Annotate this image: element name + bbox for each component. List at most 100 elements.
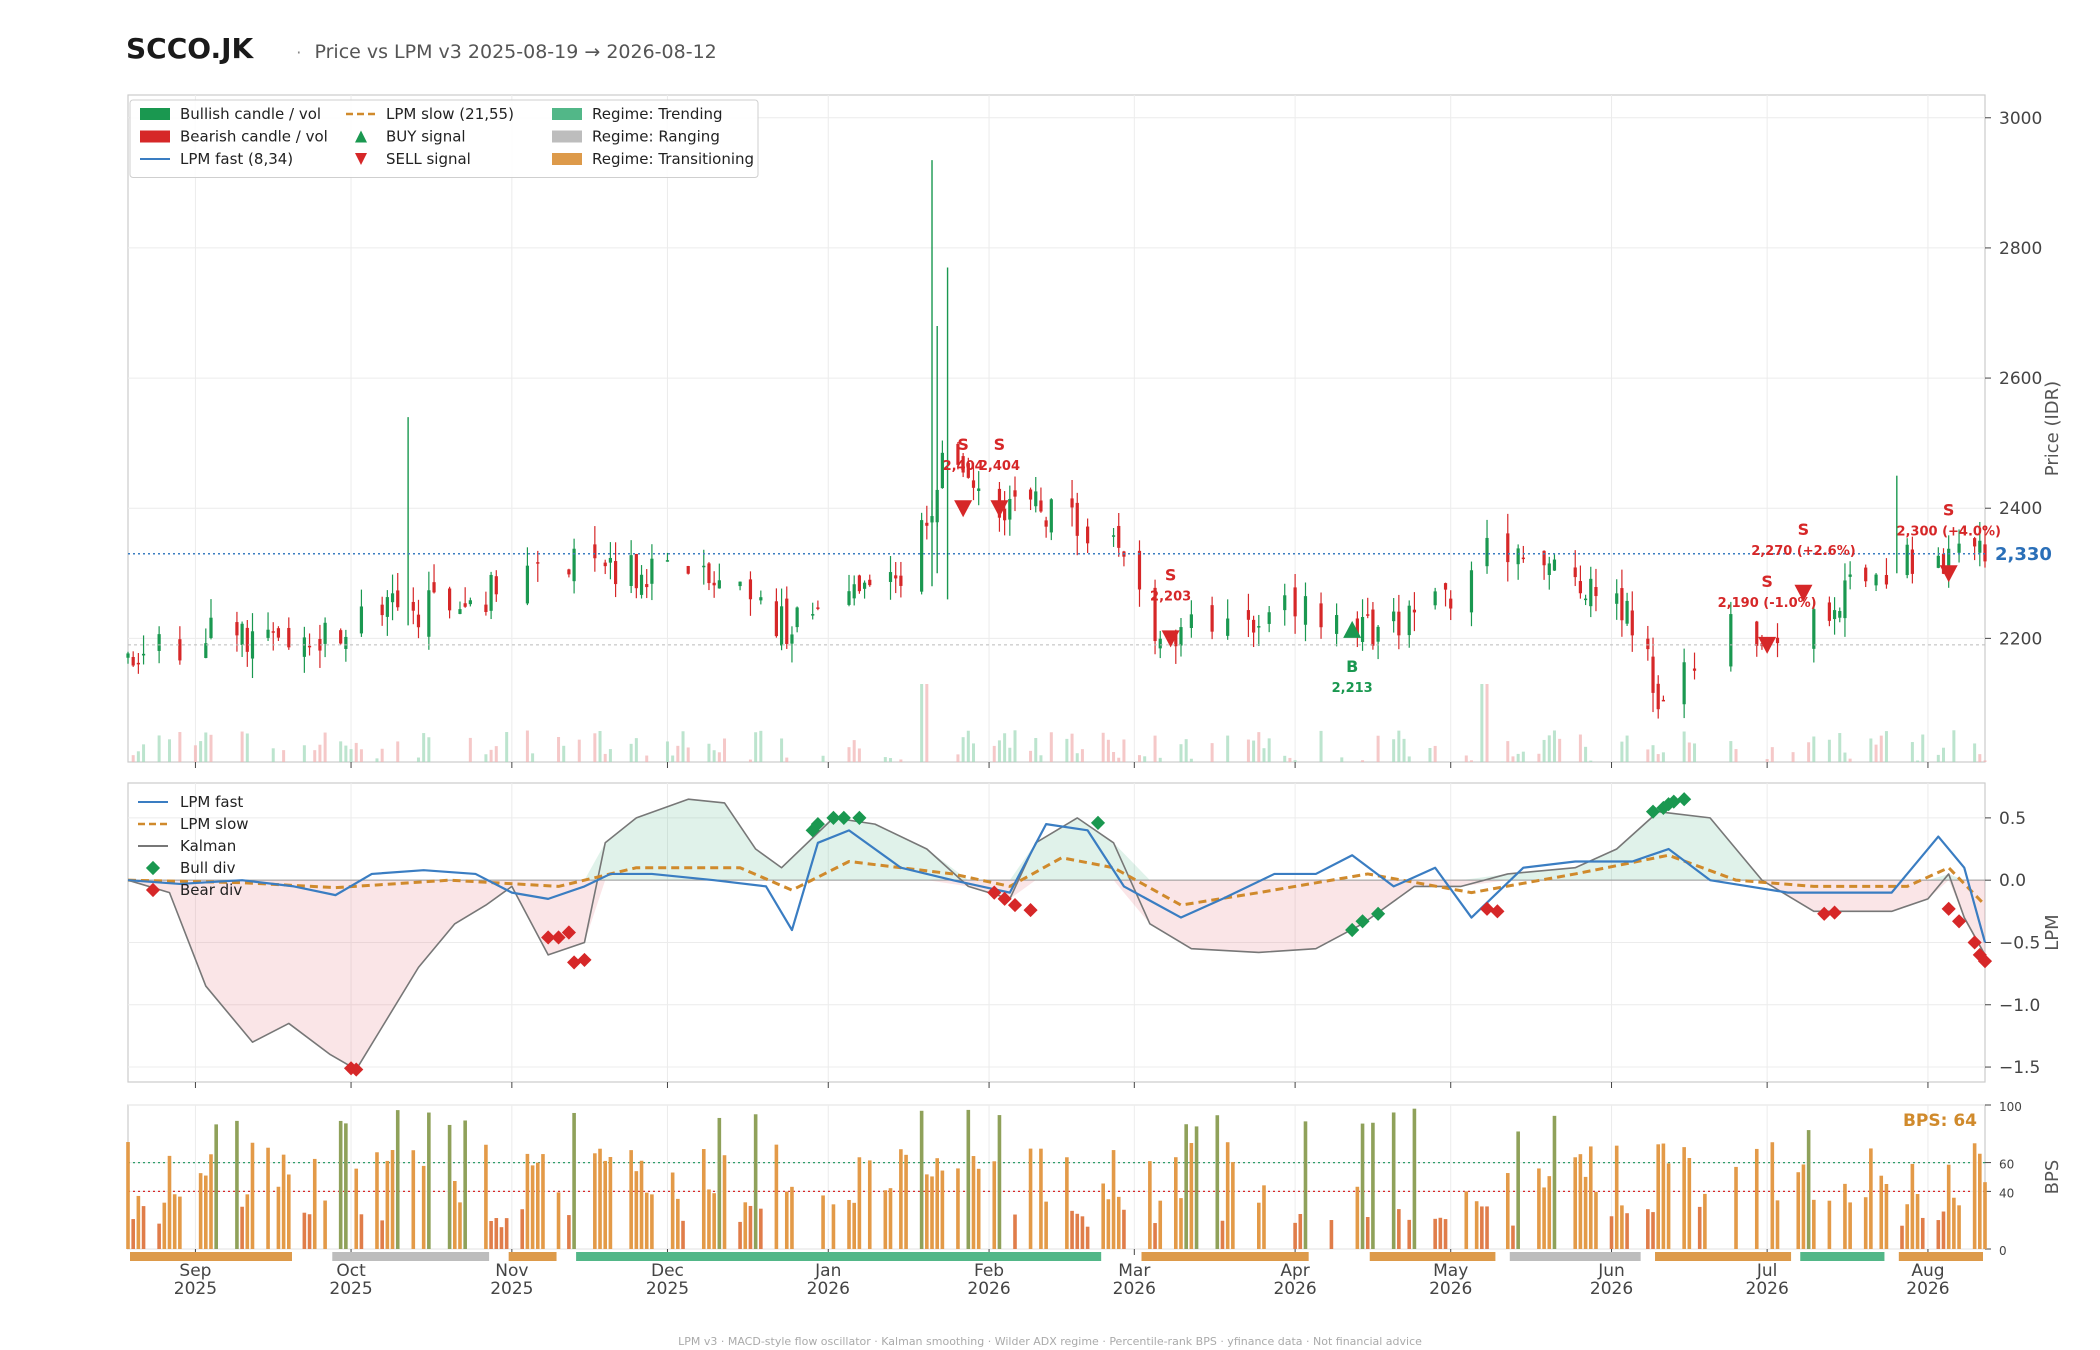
volume-bar xyxy=(1848,758,1852,762)
signal-price-label: 2,404 xyxy=(979,459,1020,474)
candle-body xyxy=(634,553,638,589)
volume-bar xyxy=(1807,742,1811,762)
volume-bar xyxy=(1480,684,1484,762)
volume-bar xyxy=(1013,730,1017,762)
bps-ytick-label: 0 xyxy=(1999,1244,2007,1258)
volume-bar xyxy=(1884,731,1888,762)
volume-bar xyxy=(899,759,903,762)
bps-bar xyxy=(1920,1217,1925,1249)
bps-bar xyxy=(1915,1194,1920,1249)
signal-letter: S xyxy=(1943,500,1955,519)
bps-bar xyxy=(722,1155,727,1249)
bps-bar xyxy=(1978,1153,1982,1249)
volume-bar xyxy=(1542,739,1546,762)
candle-body xyxy=(1283,595,1287,611)
bps-bar xyxy=(1573,1157,1578,1249)
footer-note: LPM v3 · MACD-style flow oscillator · Ka… xyxy=(678,1335,1422,1348)
bps-bar xyxy=(1812,1199,1816,1249)
candle-body xyxy=(971,480,976,488)
bps-bar xyxy=(748,1205,753,1249)
bps-bar xyxy=(167,1155,172,1249)
volume-bar xyxy=(142,744,146,762)
bps-bar xyxy=(1609,1216,1614,1249)
candle-body xyxy=(1838,611,1842,618)
regime-segment xyxy=(1655,1252,1792,1261)
candle-body xyxy=(603,562,607,567)
regime-segment xyxy=(1369,1252,1496,1261)
volume-bar xyxy=(416,757,420,762)
candle-body xyxy=(1864,567,1868,582)
bps-bar xyxy=(395,1110,400,1249)
bps-bar xyxy=(499,1227,504,1249)
candle-body xyxy=(779,606,784,646)
volume-bar xyxy=(1122,739,1126,762)
bps-bar xyxy=(1391,1112,1396,1249)
volume-bar xyxy=(131,755,135,762)
candle-body xyxy=(1843,580,1847,619)
bps-bar xyxy=(1080,1216,1085,1249)
candle-body xyxy=(1594,587,1598,597)
bps-current-label: BPS: 64 xyxy=(1903,1111,1977,1131)
x-axis-year-label: 2026 xyxy=(1746,1279,1789,1299)
candle-body xyxy=(1158,638,1162,649)
candle-body xyxy=(774,601,778,637)
volume-bar xyxy=(1319,730,1323,762)
bps-bar xyxy=(831,1204,836,1249)
lpm-legend-label: Bull div xyxy=(180,859,236,877)
bps-bar xyxy=(1946,1164,1951,1249)
bps-bar xyxy=(940,1170,945,1249)
bps-bar xyxy=(380,1220,384,1249)
bps-bar xyxy=(1578,1154,1583,1249)
volume-bar xyxy=(1978,754,1982,762)
bps-bar xyxy=(1941,1211,1946,1249)
volume-bar xyxy=(282,750,286,762)
volume-bar xyxy=(1910,742,1914,762)
candle-body xyxy=(250,631,255,659)
volume-bar xyxy=(1983,760,1987,762)
candle-body xyxy=(1646,638,1650,650)
lpm-legend-label: Bear div xyxy=(180,881,242,899)
candle-body xyxy=(1433,591,1437,606)
x-axis-month-label: Aug xyxy=(1911,1261,1944,1281)
volume-bar xyxy=(1029,750,1033,762)
bps-bar xyxy=(971,1156,976,1249)
candle-body xyxy=(390,593,395,603)
bps-bar xyxy=(717,1117,722,1249)
volume-bar xyxy=(344,745,348,762)
volume-bar xyxy=(484,754,488,762)
bps-bar xyxy=(307,1214,312,1249)
volume-bar xyxy=(1283,755,1287,762)
x-axis-month-label: Oct xyxy=(336,1261,366,1281)
volume-bar xyxy=(671,755,675,762)
bps-bar xyxy=(919,1110,924,1249)
regime-segment xyxy=(1800,1252,1885,1261)
candle-body xyxy=(271,631,275,633)
volume-bar xyxy=(1184,739,1188,762)
bps-bar xyxy=(1588,1146,1593,1249)
bps-bar xyxy=(1194,1126,1199,1249)
bps-bar xyxy=(178,1196,182,1249)
bps-bar xyxy=(976,1168,981,1249)
bps-bar xyxy=(245,1194,250,1249)
candle-body xyxy=(1392,611,1396,622)
volume-bar xyxy=(562,745,566,762)
candle-body xyxy=(1516,548,1520,565)
candle-body xyxy=(567,569,571,575)
volume-bar xyxy=(920,684,924,762)
bps-bar xyxy=(494,1218,499,1249)
x-axis-month-label: Jan xyxy=(814,1261,841,1281)
x-axis-year-label: 2026 xyxy=(1906,1279,1949,1299)
candle-body xyxy=(1008,498,1012,520)
candle-body xyxy=(899,575,903,586)
bps-bar xyxy=(250,1142,255,1249)
volume-bar xyxy=(1376,735,1380,762)
bps-bar xyxy=(525,1153,530,1249)
candle-body xyxy=(816,607,820,609)
volume-bar xyxy=(759,730,763,762)
candle-body xyxy=(344,636,348,649)
candle-body xyxy=(178,639,182,661)
x-axis-month-label: Feb xyxy=(974,1261,1004,1281)
bps-bar xyxy=(530,1165,535,1249)
bps-bar xyxy=(1983,1182,1987,1249)
volume-bar xyxy=(707,743,711,762)
